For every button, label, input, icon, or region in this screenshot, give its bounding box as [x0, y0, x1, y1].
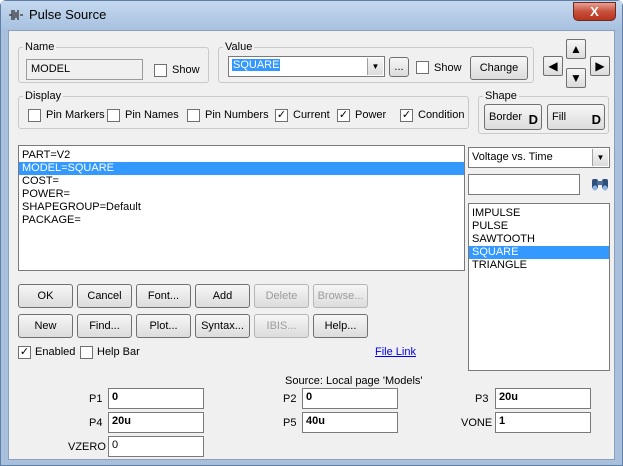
- model-list-item[interactable]: SAWTOOTH: [469, 233, 609, 246]
- pin-markers-checkbox[interactable]: [28, 109, 41, 122]
- font-button[interactable]: Font...: [136, 284, 191, 308]
- current-label: Current: [293, 109, 330, 121]
- plot-type-value: Voltage vs. Time: [472, 151, 553, 163]
- syntax-button[interactable]: Syntax...: [195, 314, 250, 338]
- ibis-button[interactable]: IBIS...: [254, 314, 309, 338]
- new-button[interactable]: New: [18, 314, 73, 338]
- condition-label: Condition: [418, 109, 465, 121]
- model-list-item[interactable]: TRIANGLE: [469, 259, 609, 272]
- p3-label: P3: [475, 393, 489, 405]
- source-label: Source: Local page 'Models': [285, 375, 423, 387]
- shape-d-icon: D: [528, 112, 538, 127]
- p4-label: P4: [89, 417, 103, 429]
- fill-button[interactable]: Fill D: [547, 104, 605, 130]
- cancel-button[interactable]: Cancel: [77, 284, 132, 308]
- dialog-client-area: Name MODEL Show Value SQUARE ▼ ... Show …: [8, 30, 615, 460]
- power-label: Power: [355, 109, 387, 121]
- attribute-text-area[interactable]: PART=V2 MODEL=SQUARE COST= POWER= SHAPEG…: [18, 145, 465, 271]
- model-list-item-selected[interactable]: SQUARE: [469, 246, 609, 259]
- pin-numbers-checkbox[interactable]: [187, 109, 200, 122]
- chevron-down-icon[interactable]: ▼: [367, 58, 383, 75]
- arrow-left-icon: ◀: [548, 59, 558, 73]
- enabled-checkbox[interactable]: ✓: [18, 346, 31, 359]
- p1-field[interactable]: 0: [108, 388, 204, 409]
- change-button[interactable]: Change: [470, 56, 528, 80]
- current-checkbox[interactable]: ✓: [275, 109, 288, 122]
- help-bar-label: Help Bar: [97, 346, 140, 358]
- pulse-source-dialog: Pulse Source X Name MODEL Show Value SQU…: [0, 0, 623, 466]
- browse-button[interactable]: Browse...: [313, 284, 368, 308]
- attribute-line: COST=: [22, 175, 59, 187]
- vzero-label: VZERO: [68, 441, 106, 453]
- name-show-checkbox[interactable]: [154, 64, 167, 77]
- arrow-up-icon: ▲: [570, 42, 582, 56]
- value-show-label: Show: [434, 62, 462, 74]
- p2-label: P2: [283, 393, 297, 405]
- add-button[interactable]: Add: [195, 284, 250, 308]
- ok-button[interactable]: OK: [18, 284, 73, 308]
- attribute-line: PACKAGE=: [22, 214, 81, 226]
- move-right-button[interactable]: ▶: [590, 56, 610, 76]
- power-checkbox[interactable]: ✓: [337, 109, 350, 122]
- name-field[interactable]: MODEL: [26, 59, 143, 80]
- value-combo[interactable]: SQUARE ▼: [228, 56, 385, 77]
- enabled-label: Enabled: [35, 346, 76, 358]
- p5-label: P5: [283, 417, 297, 429]
- pin-markers-label: Pin Markers: [46, 109, 105, 121]
- vone-label: VONE: [461, 417, 493, 429]
- model-list[interactable]: IMPULSE PULSE SAWTOOTH SQUARE TRIANGLE: [468, 203, 610, 371]
- attribute-line: PART=V2: [22, 149, 71, 161]
- p4-field[interactable]: 20u: [108, 412, 204, 433]
- title-bar: Pulse Source X: [1, 1, 622, 29]
- find-button[interactable]: Find...: [77, 314, 132, 338]
- shape-group-legend: Shape: [485, 90, 517, 102]
- border-button[interactable]: Border D: [484, 104, 542, 130]
- p3-field[interactable]: 20u: [495, 388, 591, 409]
- pulse-source-icon: [9, 10, 23, 20]
- pin-names-checkbox[interactable]: [107, 109, 120, 122]
- value-show-checkbox[interactable]: [416, 61, 429, 74]
- value-ellipsis-button[interactable]: ...: [389, 57, 409, 77]
- pin-numbers-label: Pin Numbers: [205, 109, 269, 121]
- value-combo-text: SQUARE: [232, 59, 281, 71]
- vzero-field[interactable]: 0: [108, 436, 204, 457]
- plot-button[interactable]: Plot...: [136, 314, 191, 338]
- delete-button[interactable]: Delete: [254, 284, 309, 308]
- p2-field[interactable]: 0: [302, 388, 398, 409]
- arrow-right-icon: ▶: [595, 59, 605, 73]
- model-list-item[interactable]: IMPULSE: [469, 207, 609, 220]
- value-group-legend: Value: [225, 41, 253, 53]
- file-link[interactable]: File Link: [375, 346, 416, 358]
- vone-field[interactable]: 1: [495, 412, 591, 433]
- move-left-button[interactable]: ◀: [543, 56, 563, 76]
- shape-d-icon: D: [591, 112, 601, 127]
- arrow-down-icon: ▼: [570, 71, 582, 85]
- name-show-label: Show: [172, 64, 200, 76]
- attribute-line-selected: MODEL=SQUARE: [19, 162, 464, 175]
- border-button-label: Border: [489, 111, 523, 123]
- attribute-line: SHAPEGROUP=Default: [22, 201, 141, 213]
- model-search-input[interactable]: [468, 174, 580, 195]
- p1-label: P1: [89, 393, 103, 405]
- attribute-line: POWER=: [22, 188, 70, 200]
- plot-type-select[interactable]: Voltage vs. Time ▼: [468, 147, 610, 168]
- pin-names-label: Pin Names: [125, 109, 179, 121]
- condition-checkbox[interactable]: ✓: [400, 109, 413, 122]
- model-list-item[interactable]: PULSE: [469, 220, 609, 233]
- chevron-down-icon[interactable]: ▼: [592, 149, 608, 166]
- binoculars-icon[interactable]: [590, 175, 610, 193]
- help-button[interactable]: Help...: [313, 314, 368, 338]
- move-down-button[interactable]: ▼: [566, 68, 586, 88]
- display-group-legend: Display: [25, 90, 62, 102]
- move-up-button[interactable]: ▲: [566, 39, 586, 59]
- name-group-legend: Name: [25, 41, 55, 53]
- help-bar-checkbox[interactable]: [80, 346, 93, 359]
- p5-field[interactable]: 40u: [302, 412, 398, 433]
- fill-button-label: Fill: [552, 111, 567, 123]
- window-title: Pulse Source: [29, 7, 107, 22]
- close-button[interactable]: X: [573, 2, 616, 21]
